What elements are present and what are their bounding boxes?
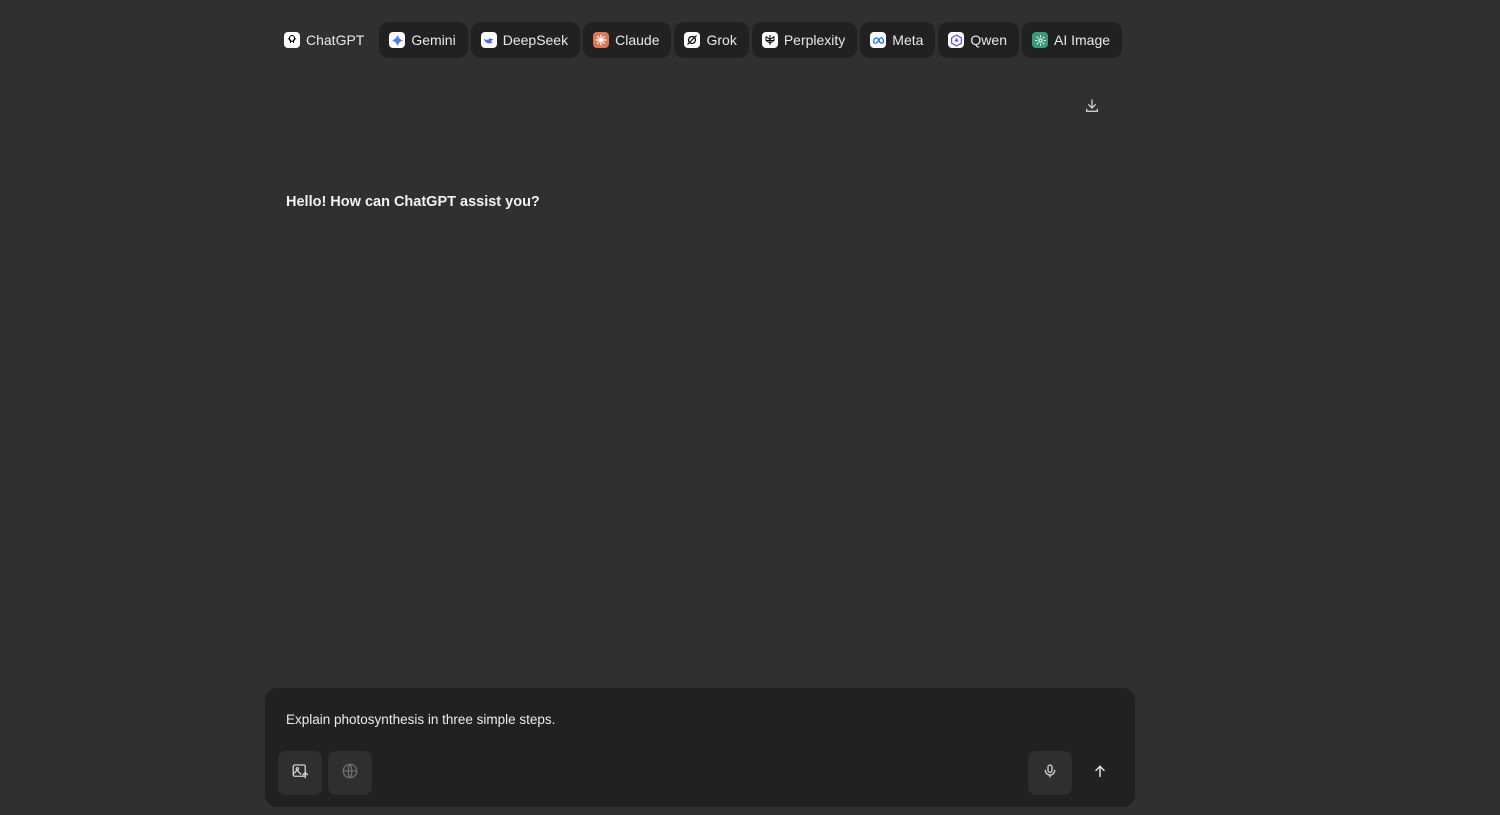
tab-label: Gemini — [411, 32, 456, 48]
tab-perplexity[interactable]: Perplexity — [751, 22, 858, 58]
upload-image-button[interactable] — [278, 751, 322, 795]
arrow-up-icon — [1092, 763, 1108, 784]
tab-label: Qwen — [970, 32, 1007, 48]
model-tabs: ChatGPT Gemini DeepSeek Claude Grok Perp… — [274, 22, 1123, 58]
tab-meta[interactable]: Meta — [860, 22, 936, 58]
tab-claude[interactable]: Claude — [583, 22, 672, 58]
tab-label: Claude — [615, 32, 660, 48]
meta-icon — [870, 32, 887, 48]
deepseek-icon — [480, 32, 497, 48]
app-window: ChatGPT Gemini DeepSeek Claude Grok Perp… — [0, 0, 1500, 815]
tab-ai-image[interactable]: AI Image — [1022, 22, 1123, 58]
message-composer — [265, 688, 1135, 807]
tab-label: Perplexity — [783, 32, 846, 48]
web-search-button[interactable] — [328, 751, 372, 795]
tab-label: Meta — [892, 32, 924, 48]
globe-icon — [341, 762, 359, 785]
tab-chatgpt[interactable]: ChatGPT — [274, 22, 376, 58]
download-button[interactable] — [1080, 96, 1104, 120]
tab-grok[interactable]: Grok — [674, 22, 749, 58]
perplexity-icon — [761, 32, 778, 48]
ai-image-icon — [1032, 32, 1048, 48]
tab-gemini[interactable]: Gemini — [379, 22, 468, 58]
tab-deepseek[interactable]: DeepSeek — [470, 22, 581, 58]
claude-icon — [593, 32, 610, 48]
microphone-icon — [1042, 763, 1058, 784]
message-input[interactable] — [286, 710, 1106, 730]
tab-label: Grok — [706, 32, 737, 48]
chatgpt-icon — [284, 32, 300, 48]
qwen-icon — [948, 32, 965, 48]
grok-icon — [684, 32, 701, 48]
download-icon — [1084, 98, 1100, 119]
send-button[interactable] — [1078, 751, 1122, 795]
assistant-greeting: Hello! How can ChatGPT assist you? — [286, 194, 540, 210]
microphone-button[interactable] — [1028, 751, 1072, 795]
tab-label: ChatGPT — [306, 32, 365, 48]
tab-label: AI Image — [1054, 32, 1111, 48]
image-upload-icon — [291, 762, 309, 785]
gemini-icon — [389, 32, 406, 48]
tab-label: DeepSeek — [502, 32, 569, 48]
tab-qwen[interactable]: Qwen — [938, 22, 1019, 58]
